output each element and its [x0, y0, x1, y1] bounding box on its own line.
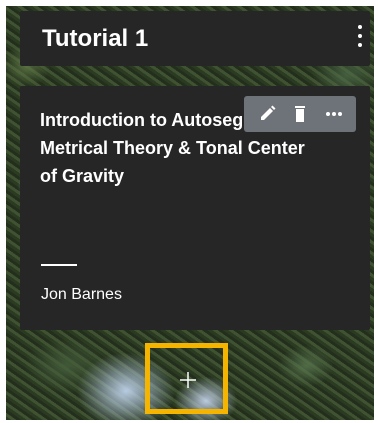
tutorial-header-card: Tutorial 1 [20, 11, 370, 66]
more-horizontal-icon[interactable] [324, 105, 344, 123]
plus-icon[interactable] [180, 372, 196, 388]
trash-icon[interactable] [290, 105, 310, 123]
add-card-highlight [145, 343, 228, 414]
divider [41, 264, 77, 266]
pencil-icon[interactable] [258, 105, 278, 123]
tutorial-title: Tutorial 1 [42, 25, 149, 52]
lesson-card[interactable]: Introduction to Autosegmental-Metrical T… [20, 86, 370, 330]
more-vertical-icon[interactable] [356, 25, 364, 47]
card-action-bar [244, 96, 356, 132]
lesson-author: Jon Barnes [41, 286, 122, 303]
